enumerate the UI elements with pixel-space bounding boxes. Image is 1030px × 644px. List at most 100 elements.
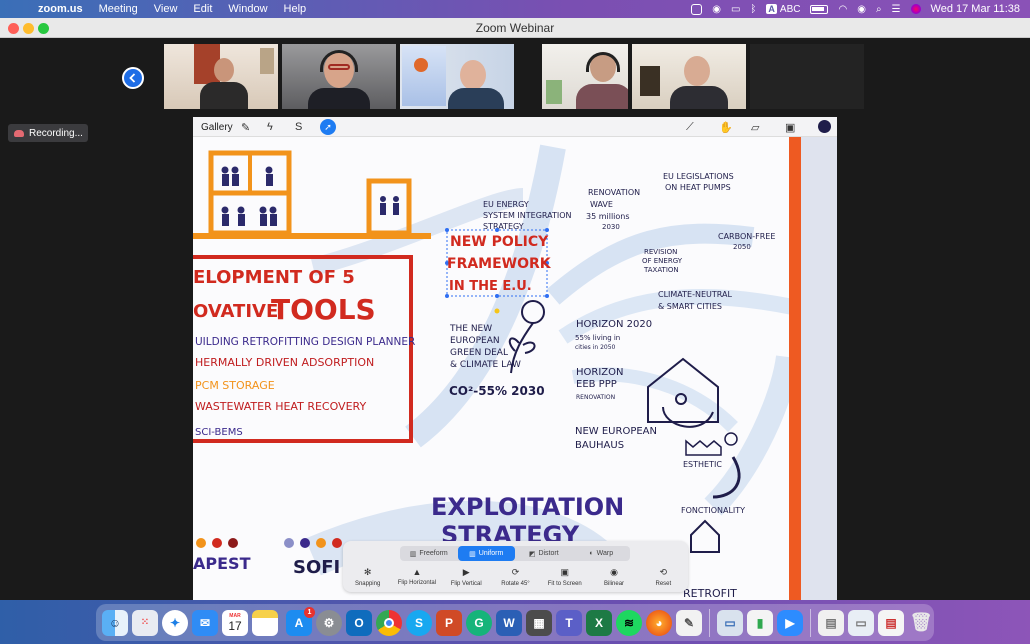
participant-video-3[interactable]	[400, 44, 514, 109]
system-preferences-icon[interactable]: ⚙	[316, 609, 342, 636]
folder-thumbnail-icon[interactable]: ▭	[848, 609, 874, 636]
selection-icon[interactable]: S	[295, 121, 302, 133]
tool-item-3: PCM STORAGE	[195, 379, 275, 392]
app-store-icon[interactable]: A1	[286, 606, 315, 636]
textedit-icon[interactable]: ✎	[676, 609, 702, 636]
mode-label: Freeform	[419, 550, 448, 557]
teams-icon[interactable]: T	[556, 609, 582, 636]
wrench-icon[interactable]: ✎	[241, 121, 250, 134]
headline-tools: TOOLS	[271, 293, 376, 326]
uniform-icon: ▥	[469, 550, 476, 558]
safari-icon[interactable]: ✦	[162, 609, 188, 636]
camera-icon[interactable]: ▭	[731, 4, 740, 15]
participant-video-4[interactable]	[518, 44, 538, 109]
menu-app-name[interactable]: zoom.us	[30, 0, 91, 18]
menu-meeting[interactable]: Meeting	[91, 0, 146, 18]
recording-indicator[interactable]: Recording...	[8, 124, 88, 142]
preview-icon[interactable]: ▭	[717, 609, 743, 636]
notes-icon[interactable]	[252, 609, 278, 636]
snapping-button[interactable]: ✻ Snapping	[343, 567, 392, 587]
reset-button[interactable]: ⟲ Reset	[639, 567, 688, 587]
gallery-button[interactable]: Gallery	[201, 122, 233, 133]
spotify-icon[interactable]: ≋	[616, 609, 642, 636]
word-icon[interactable]: W	[496, 609, 522, 636]
fit-to-screen-button[interactable]: ▣ Fit to Screen	[540, 567, 589, 587]
rotate-45-button[interactable]: ⟳ Rotate 45°	[491, 567, 540, 587]
flip-horizontal-button[interactable]: ▲ Flip Horizontal	[392, 567, 441, 587]
carbon-free-line-1: CARBON-FREE	[718, 232, 775, 241]
renovation-line-1: RENOVATION	[588, 188, 640, 197]
skype-icon[interactable]: S	[406, 609, 432, 636]
reset-icon: ⟲	[659, 567, 668, 577]
outlook-icon[interactable]: O	[346, 609, 372, 636]
excel-icon[interactable]: X	[586, 609, 612, 636]
search-icon[interactable]: ⌕	[876, 4, 882, 15]
finder-icon[interactable]: ☺	[102, 609, 128, 636]
participant-video-5[interactable]	[542, 44, 628, 109]
firefox-icon[interactable]: ◕	[646, 609, 672, 636]
mode-distort[interactable]: ◩ Distort	[515, 546, 573, 561]
powerpoint-icon[interactable]: P	[436, 609, 462, 636]
trash-icon[interactable]: 🗑	[908, 610, 934, 636]
menu-help[interactable]: Help	[276, 0, 315, 18]
previous-page-button[interactable]	[122, 67, 144, 89]
eraser-icon[interactable]: ▱	[751, 121, 759, 134]
magic-wand-icon[interactable]: ϟ	[267, 121, 273, 133]
freeform-icon: ▥	[409, 550, 417, 558]
cc-icon[interactable]: ◉	[712, 4, 721, 15]
flip-vertical-button[interactable]: ▶ Flip Vertical	[442, 567, 491, 587]
battery-icon[interactable]	[810, 4, 829, 14]
wifi-icon[interactable]: ◠	[838, 4, 847, 15]
launchpad-icon[interactable]: ⁙	[132, 609, 158, 636]
smudge-icon[interactable]: ✋	[719, 121, 733, 134]
mode-label: Distort	[538, 550, 559, 557]
participant-video-2[interactable]	[282, 44, 396, 109]
esthetic-label: ESTHETIC	[683, 460, 722, 469]
window-title: Zoom Webinar	[475, 21, 555, 35]
dock-separator	[810, 608, 811, 637]
headset-icon	[586, 52, 620, 72]
participant-video-6[interactable]	[632, 44, 746, 109]
transform-arrow-icon[interactable]: ➚	[320, 119, 336, 135]
mode-freeform[interactable]: ▥ Freeform	[400, 546, 458, 561]
new-policy-line-3: IN THE E.U.	[449, 279, 532, 294]
exploitation-line-1: EXPLOITATION	[431, 493, 624, 521]
menu-edit[interactable]: Edit	[185, 0, 220, 18]
menu-window[interactable]: Window	[220, 0, 275, 18]
mode-warp[interactable]: ◐ Warp	[573, 546, 631, 561]
color-swatch-icon[interactable]	[818, 120, 831, 133]
zoom-status-icon[interactable]	[691, 3, 703, 15]
green-deal-line-3: GREEN DEAL	[450, 348, 508, 358]
bluetooth-icon[interactable]: ᛒ	[750, 4, 756, 15]
downloads-thumbnail-icon[interactable]: ▤	[878, 609, 904, 636]
mode-uniform[interactable]: ▥ Uniform	[457, 546, 515, 561]
participant-video-1[interactable]	[164, 44, 278, 109]
action-label: Flip Vertical	[450, 581, 482, 587]
bilinear-button[interactable]: ◉ Bilinear	[589, 567, 638, 587]
zoom-icon[interactable]: ▶	[777, 609, 803, 636]
grammarly-icon[interactable]: G	[466, 609, 492, 636]
participant-shelf	[546, 80, 562, 104]
menu-clock[interactable]: Wed 17 Mar 11:38	[931, 3, 1020, 15]
control-center-icon[interactable]: ☰	[892, 4, 901, 15]
mode-label: Warp	[596, 550, 614, 557]
user-icon[interactable]: ◉	[857, 4, 866, 15]
siri-icon[interactable]	[910, 4, 921, 14]
participant-video-7[interactable]	[750, 44, 864, 109]
ground-line	[193, 233, 431, 239]
brush-icon[interactable]: ⟋	[686, 121, 694, 134]
mail-icon[interactable]: ✉	[192, 609, 218, 636]
menu-bar: zoom.us Meeting View Edit Window Help ◉ …	[0, 0, 1030, 18]
calculator-icon[interactable]: ▦	[526, 609, 552, 636]
calendar-icon[interactable]: MAR 17	[222, 609, 248, 636]
menu-view[interactable]: View	[146, 0, 186, 18]
drawing-canvas[interactable]: ELOPMENT OF 5 OVATIVE TOOLS UILDING RETR…	[193, 137, 837, 600]
layers-icon[interactable]: ▣	[785, 121, 795, 134]
numbers-icon[interactable]: ▮	[747, 609, 773, 636]
document-thumbnail-icon[interactable]: ▤	[818, 609, 844, 636]
chrome-icon[interactable]	[376, 609, 402, 636]
transform-actions: ✻ Snapping ▲ Flip Horizontal ▶ Flip Vertica…	[343, 567, 688, 587]
input-source-indicator[interactable]: A ABC	[766, 4, 800, 15]
participant-body	[576, 84, 628, 109]
green-deal-line-1: THE NEW	[449, 324, 492, 334]
